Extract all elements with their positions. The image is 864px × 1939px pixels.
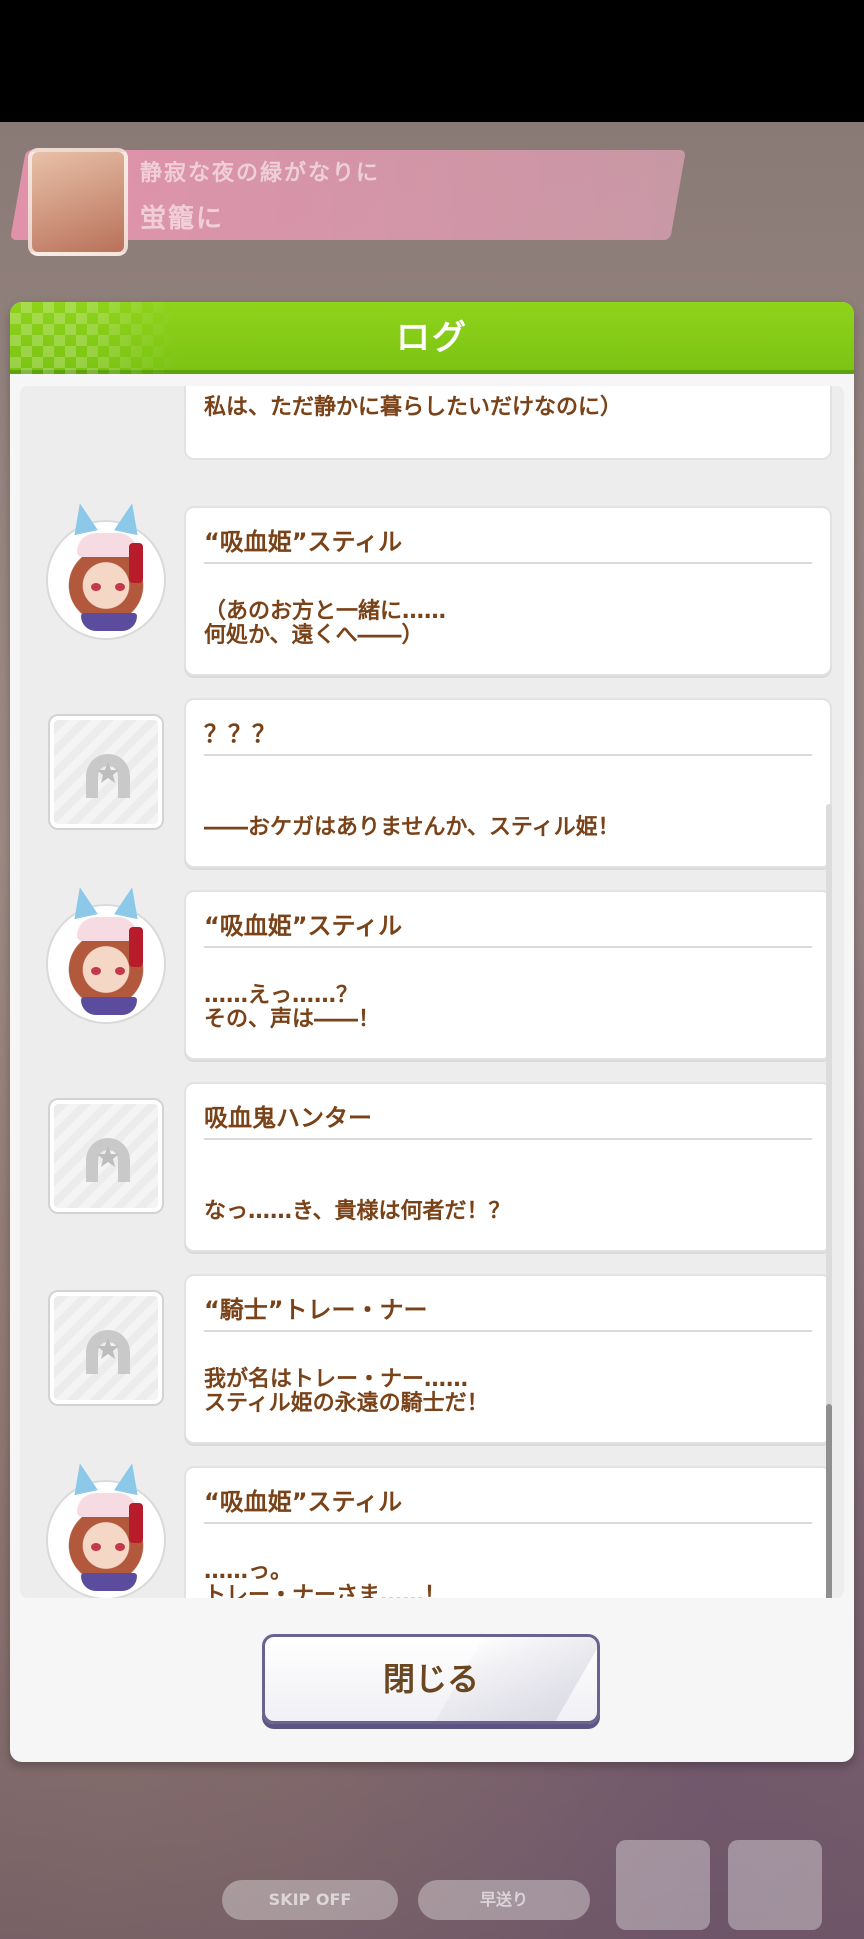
log-entry: “吸血姫”スティル ……えっ……？ その、声は――！ [20,850,832,1060]
horseshoe-icon [86,754,130,798]
background-banner-subtitle: 蛍籠に [140,204,225,234]
horseshoe-icon [86,1138,130,1182]
dialogue-text: （あのお方と一緒に…… 何処か、遠くへ――） [204,599,447,648]
eye-icon [115,1543,125,1551]
unknown-avatar [48,1290,164,1406]
character-avatar [48,500,164,638]
ear-icon [114,500,144,536]
dialog-title: ログ [396,318,468,358]
close-button-label: 閉じる [382,1660,479,1698]
ear-icon [68,500,98,536]
log-icon-button[interactable] [616,1840,710,1930]
log-entry: 吸血鬼ハンターなっ……き、貴様は何者だ！？ [20,1042,832,1252]
ear-icon [114,1460,144,1496]
eye-icon [91,583,101,591]
ribbon-icon [129,543,143,583]
unknown-avatar [48,714,164,830]
eye-icon [91,967,101,975]
scrollbar-thumb[interactable] [826,1404,832,1598]
menu-icon-button[interactable] [728,1840,822,1930]
log-bubble: “吸血姫”スティル （あのお方と一緒に…… 何処か、遠くへ――） [184,506,832,676]
speaker-name: “騎士”トレー・ナー [204,1288,812,1332]
log-entry: “吸血姫”スティル ……っ。 トレー・ナーさま……！ [20,1426,832,1598]
speaker-name: “吸血姫”スティル [204,904,812,948]
dialogue-text: 我が名はトレー・ナー…… スティル姫の永遠の騎士だ！ [204,1367,489,1416]
eye-icon [91,1543,101,1551]
ribbon-icon [129,927,143,967]
ear-icon [68,884,98,920]
unknown-avatar [48,1098,164,1214]
dialogue-text: ……っ。 トレー・ナーさま……！ [204,1559,447,1599]
background-avatar [28,148,128,256]
speaker-name: “吸血姫”スティル [204,520,812,564]
hat-icon [77,1493,137,1517]
eye-icon [115,583,125,591]
close-button[interactable]: 閉じる [262,1634,600,1724]
dialogue-text: ……えっ……？ その、声は――！ [204,983,381,1032]
collar-icon [81,997,137,1015]
log-bubble: “騎士”トレー・ナー我が名はトレー・ナー…… スティル姫の永遠の騎士だ！ [184,1274,832,1444]
fast-forward-button[interactable]: 早送り [418,1880,590,1920]
log-bubble: “吸血姫”スティル ……っ。 トレー・ナーさま……！ [184,1466,832,1598]
hat-icon [77,917,137,941]
dialogue-text: なっ……き、貴様は何者だ！？ [204,1199,511,1224]
log-bubble: ？？？ ――おケガはありませんか、スティル姫！ [184,698,832,868]
horseshoe-icon [86,1330,130,1374]
dialogue-text: ――おケガはありませんか、スティル姫！ [204,815,620,840]
log-bubble-partial: 私は、ただ静かに暮らしたいだけなのに） [184,386,832,460]
ear-icon [68,1460,98,1496]
skip-toggle-button[interactable]: SKIP OFF [222,1880,398,1920]
log-entry: ？？？ ――おケガはありませんか、スティル姫！ [20,658,832,868]
ear-icon [114,884,144,920]
character-avatar [48,1460,164,1598]
collar-icon [81,1573,137,1591]
log-scrollbar[interactable] [826,804,832,1598]
character-avatar [48,884,164,1022]
speaker-name: 吸血鬼ハンター [204,1096,812,1140]
speaker-name: ？？？ [204,712,812,756]
log-entry: “吸血姫”スティル （あのお方と一緒に…… 何処か、遠くへ――） [20,466,832,676]
log-dialog: ログ 私は、ただ静かに暮らしたいだけなのに） “吸血姫”スティル （あのお方と一緒… [10,302,854,1762]
eye-icon [115,967,125,975]
ribbon-icon [129,1503,143,1543]
log-entry: “騎士”トレー・ナー我が名はトレー・ナー…… スティル姫の永遠の騎士だ！ [20,1234,832,1444]
log-list[interactable]: 私は、ただ静かに暮らしたいだけなのに） “吸血姫”スティル （あのお方と一緒に……… [20,386,844,1598]
dialog-header: ログ [10,302,854,374]
log-bubble: 吸血鬼ハンターなっ……き、貴様は何者だ！？ [184,1082,832,1252]
speaker-name: “吸血姫”スティル [204,1480,812,1524]
log-bubble: “吸血姫”スティル ……えっ……？ その、声は――！ [184,890,832,1060]
log-line-partial: 私は、ただ静かに暮らしたいだけなのに） [204,395,623,420]
background-banner-title: 静寂な夜の緑がなりに [140,161,381,186]
hat-icon [77,533,137,557]
collar-icon [81,613,137,631]
